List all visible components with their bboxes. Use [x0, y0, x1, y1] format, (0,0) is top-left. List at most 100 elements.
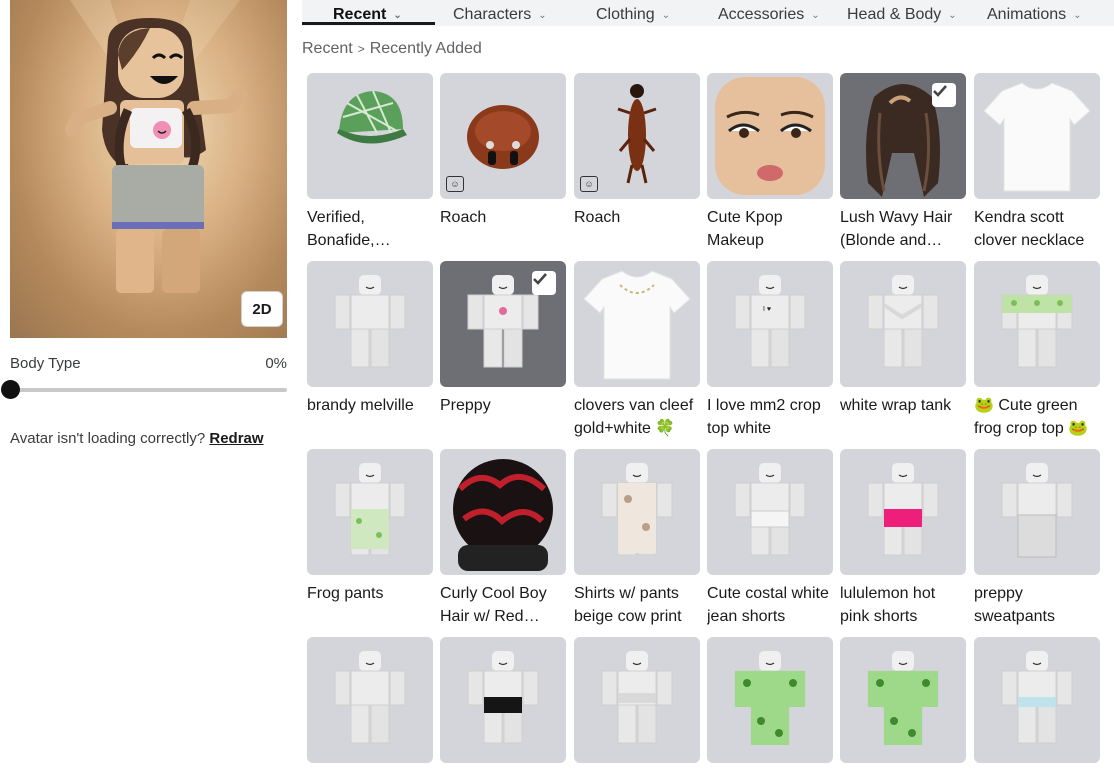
- catalog-item-card[interactable]: [440, 637, 566, 770]
- body-type-slider-thumb[interactable]: [1, 380, 20, 399]
- item-thumbnail[interactable]: [974, 73, 1100, 199]
- item-thumbnail[interactable]: [707, 637, 833, 763]
- catalog-item-card[interactable]: Preppy: [440, 261, 566, 417]
- catalog-item-card[interactable]: Lush Wavy Hair (Blonde and Brown): [840, 73, 966, 252]
- item-image: [1001, 463, 1073, 558]
- item-name[interactable]: Cute costal white jean shorts: [707, 582, 833, 628]
- item-name[interactable]: preppy sweatpants: [974, 582, 1100, 628]
- item-name[interactable]: I love mm2 crop top white: [707, 394, 833, 440]
- item-thumbnail[interactable]: [707, 73, 833, 199]
- item-thumbnail[interactable]: [974, 637, 1100, 763]
- item-image: [715, 77, 825, 195]
- catalog-item-card[interactable]: I ♥ I love mm2 crop top white: [707, 261, 833, 440]
- catalog-item-card[interactable]: [707, 637, 833, 770]
- item-thumbnail[interactable]: [440, 449, 566, 575]
- item-name[interactable]: Preppy: [440, 394, 566, 417]
- item-name[interactable]: 🐸 Cute green frog crop top 🐸: [974, 394, 1100, 440]
- catalog-item-card[interactable]: Curly Cool Boy Hair w/ Red Highlights: [440, 449, 566, 628]
- catalog-item-card[interactable]: lululemon hot pink shorts: [840, 449, 966, 628]
- chevron-down-icon: ⌄: [1073, 9, 1082, 21]
- tab-label: Clothing: [596, 6, 655, 23]
- catalog-item-card[interactable]: Cute Kpop Makeup: [707, 73, 833, 252]
- item-thumbnail[interactable]: [974, 261, 1100, 387]
- item-thumbnail[interactable]: I ♥: [707, 261, 833, 387]
- item-name[interactable]: lululemon hot pink shorts: [840, 582, 966, 628]
- item-image: [734, 651, 806, 745]
- tab-clothing[interactable]: Clothing ⌄: [596, 0, 670, 30]
- catalog-item-card[interactable]: Shirts w/ pants beige cow print: [574, 449, 700, 628]
- catalog-item-card[interactable]: [574, 637, 700, 770]
- view-2d-toggle-button[interactable]: 2D: [241, 291, 283, 327]
- tab-head-body[interactable]: Head & Body ⌄: [847, 0, 957, 30]
- catalog-item-card[interactable]: ☺ Roach: [574, 73, 700, 229]
- catalog-item-card[interactable]: [974, 637, 1100, 770]
- item-thumbnail[interactable]: [440, 261, 566, 387]
- item-name[interactable]: Roach: [574, 206, 700, 229]
- checkmark-icon[interactable]: [532, 271, 556, 295]
- tab-characters[interactable]: Characters ⌄: [453, 0, 547, 30]
- item-image: I ♥: [734, 275, 806, 368]
- item-name[interactable]: Kendra scott clover necklace: [974, 206, 1100, 252]
- item-thumbnail[interactable]: [574, 449, 700, 575]
- catalog-item-card[interactable]: 🐸 Cute green frog crop top 🐸: [974, 261, 1100, 440]
- item-thumbnail[interactable]: [840, 261, 966, 387]
- item-name[interactable]: Roach: [440, 206, 566, 229]
- item-thumbnail[interactable]: ☺: [440, 73, 566, 199]
- breadcrumb: Recent > Recently Added: [302, 40, 482, 58]
- tab-label: Characters: [453, 6, 532, 23]
- item-name[interactable]: Frog pants: [307, 582, 433, 605]
- item-thumbnail[interactable]: [574, 637, 700, 763]
- redraw-prompt: Avatar isn't loading correctly?: [10, 430, 206, 447]
- item-thumbnail[interactable]: [840, 449, 966, 575]
- bundle-face-icon: ☺: [446, 176, 464, 192]
- catalog-item-card[interactable]: preppy sweatpants: [974, 449, 1100, 628]
- item-thumbnail[interactable]: [574, 261, 700, 387]
- catalog-item-card[interactable]: Kendra scott clover necklace: [974, 73, 1100, 252]
- catalog-item-card[interactable]: ☺ Roach: [440, 73, 566, 229]
- chevron-down-icon: ⌄: [538, 9, 547, 21]
- body-type-slider-track[interactable]: [10, 388, 287, 392]
- item-thumbnail[interactable]: [840, 73, 966, 199]
- catalog-item-card[interactable]: Frog pants: [307, 449, 433, 605]
- catalog-item-card[interactable]: brandy melville: [307, 261, 433, 417]
- item-image: [867, 463, 939, 556]
- item-image: [1001, 275, 1073, 368]
- catalog-item-card[interactable]: Verified, Bonafide, Plaidafied Green: [307, 73, 433, 252]
- item-name[interactable]: white wrap tank: [840, 394, 966, 417]
- item-thumbnail[interactable]: [974, 449, 1100, 575]
- catalog-item-card[interactable]: clovers van cleef gold+white 🍀: [574, 261, 700, 440]
- catalog-item-card[interactable]: white wrap tank: [840, 261, 966, 417]
- item-name[interactable]: Lush Wavy Hair (Blonde and Brown): [840, 206, 966, 252]
- breadcrumb-root[interactable]: Recent: [302, 40, 353, 57]
- item-thumbnail[interactable]: [440, 637, 566, 763]
- tab-recent[interactable]: Recent ⌄: [333, 0, 402, 30]
- checkmark-icon[interactable]: [932, 83, 956, 107]
- catalog-item-card[interactable]: [307, 637, 433, 770]
- tab-label: Animations: [987, 6, 1067, 23]
- item-thumbnail[interactable]: [707, 449, 833, 575]
- item-name[interactable]: Verified, Bonafide, Plaidafied Green: [307, 206, 433, 252]
- item-thumbnail[interactable]: [307, 637, 433, 763]
- item-thumbnail[interactable]: [840, 637, 966, 763]
- item-image: [734, 463, 806, 556]
- item-thumbnail[interactable]: [307, 261, 433, 387]
- catalog-item-card[interactable]: Cute costal white jean shorts: [707, 449, 833, 628]
- catalog-item-card[interactable]: [840, 637, 966, 770]
- item-name[interactable]: Shirts w/ pants beige cow print: [574, 582, 700, 628]
- item-name[interactable]: brandy melville: [307, 394, 433, 417]
- item-name[interactable]: Curly Cool Boy Hair w/ Red Highlights: [440, 582, 566, 628]
- item-thumbnail[interactable]: [307, 449, 433, 575]
- item-name[interactable]: Cute Kpop Makeup: [707, 206, 833, 252]
- item-name[interactable]: clovers van cleef gold+white 🍀: [574, 394, 700, 440]
- item-image: [337, 90, 407, 144]
- redraw-link[interactable]: Redraw: [209, 430, 263, 447]
- item-image: [334, 651, 406, 744]
- item-thumbnail[interactable]: [307, 73, 433, 199]
- item-image: [334, 275, 406, 368]
- item-thumbnail[interactable]: ☺: [574, 73, 700, 199]
- item-image: [601, 463, 673, 556]
- tab-accessories[interactable]: Accessories ⌄: [718, 0, 820, 30]
- tab-animations[interactable]: Animations ⌄: [987, 0, 1082, 30]
- redraw-row: Avatar isn't loading correctly? Redraw: [10, 430, 264, 447]
- item-image: [1001, 651, 1073, 744]
